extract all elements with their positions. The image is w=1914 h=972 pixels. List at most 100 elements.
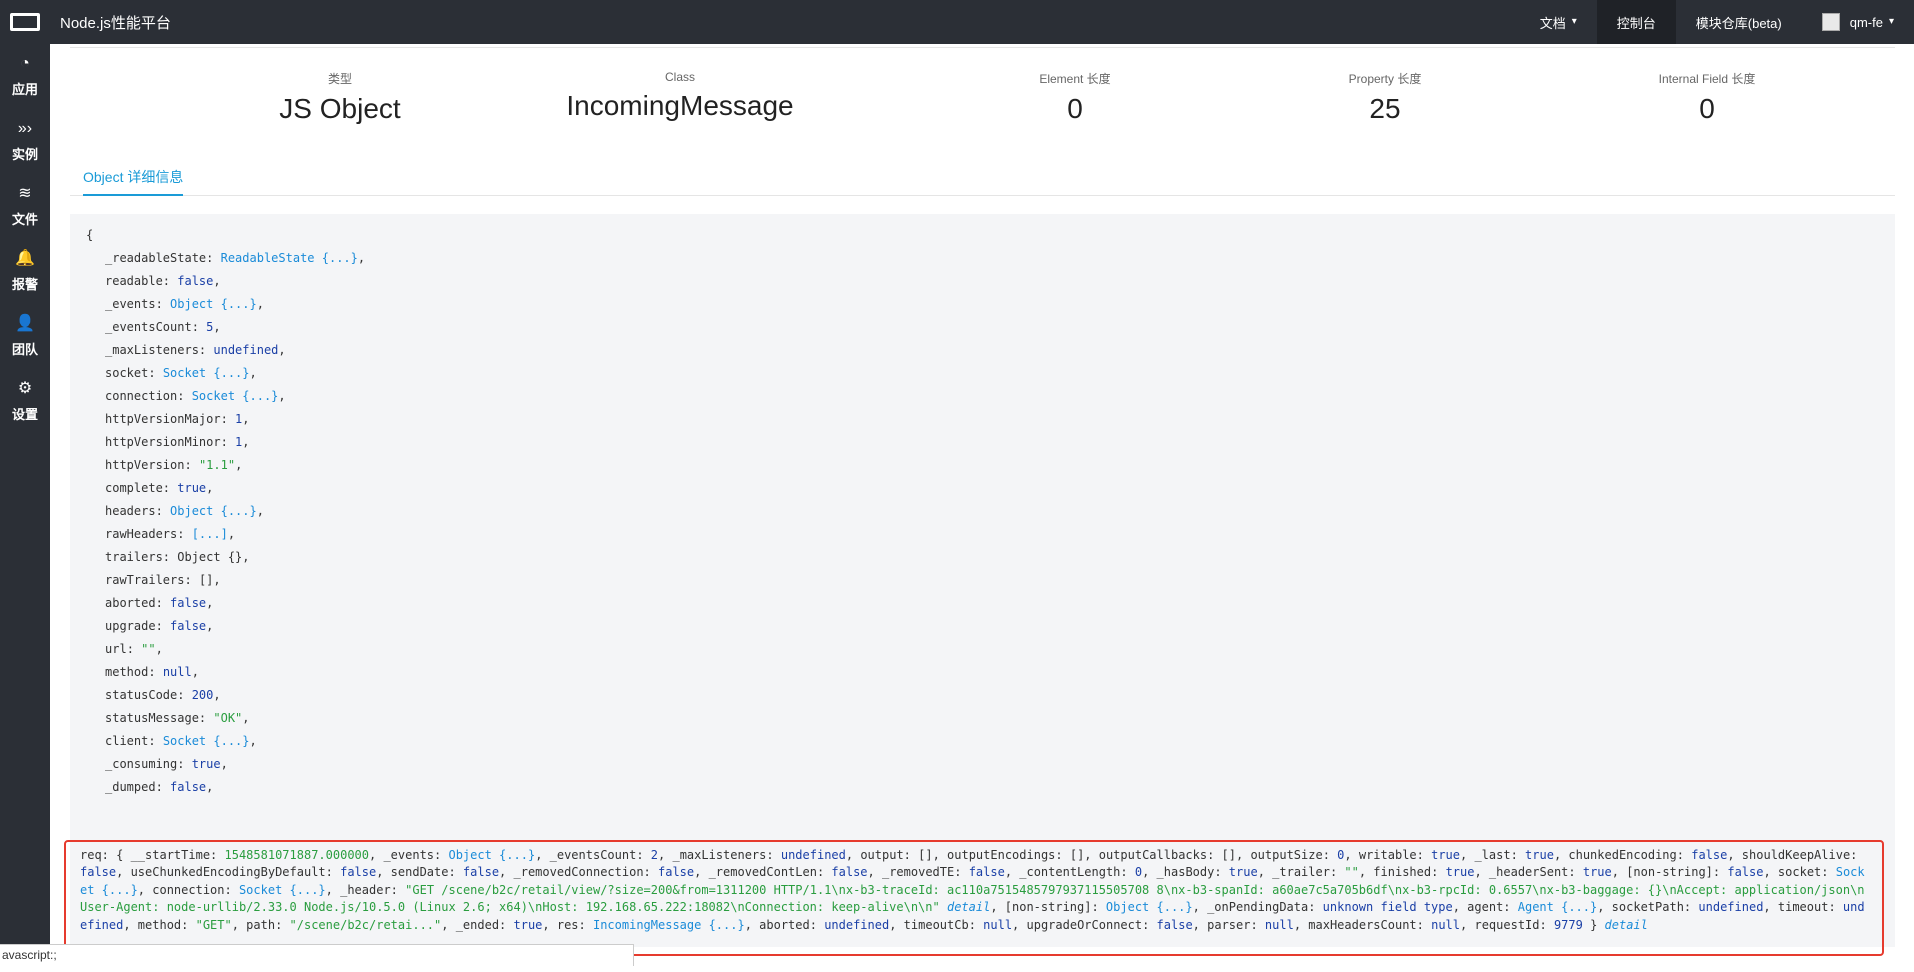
object-property-row: readable: false, bbox=[105, 274, 221, 288]
property-key: method bbox=[105, 665, 149, 679]
stat-label: Class bbox=[664, 70, 695, 84]
property-key: readable bbox=[105, 274, 163, 288]
sidebar-item-label: 报警 bbox=[11, 277, 38, 292]
chevrons-right-icon: »› bbox=[17, 120, 33, 137]
bell-icon: 🔔 bbox=[15, 250, 35, 267]
sidebar-item-settings[interactable]: ⚙ 设置 bbox=[0, 369, 50, 434]
divider bbox=[70, 47, 1895, 48]
property-value-link[interactable]: IncomingMessage {...} bbox=[593, 918, 745, 932]
req-fragment: , _removedConnection: bbox=[499, 865, 658, 880]
req-fragment: null bbox=[983, 917, 1013, 932]
req-fragment: undefined bbox=[824, 917, 890, 932]
req-fragment: , output: [], outputEncodings: [], outpu… bbox=[845, 848, 1338, 862]
req-fragment: false bbox=[831, 865, 868, 880]
req-fragment: true bbox=[513, 917, 543, 932]
object-property-row: _consuming: true, bbox=[105, 757, 228, 771]
property-key: headers bbox=[105, 504, 156, 518]
property-key: _consuming bbox=[105, 757, 178, 771]
dashboard-icon: ◔ bbox=[20, 55, 30, 72]
req-fragment: 1548581071887.000000 bbox=[224, 848, 370, 862]
property-value-link[interactable]: Socket {...} bbox=[239, 883, 326, 897]
property-value-link[interactable]: ReadableState {...} bbox=[221, 251, 358, 265]
property-value-link[interactable]: Object {...} bbox=[448, 848, 535, 862]
property-value-link[interactable]: Agent {...} bbox=[1518, 900, 1597, 914]
property-value-link[interactable]: [...] bbox=[192, 527, 228, 541]
req-fragment: false bbox=[340, 865, 377, 880]
logo[interactable] bbox=[0, 0, 50, 44]
app-title[interactable]: Node.js性能平台 bbox=[60, 12, 171, 33]
sidebar-item-apps[interactable]: ◔ 应用 bbox=[0, 44, 50, 109]
detail-link[interactable]: detail bbox=[947, 900, 990, 914]
nav-module-repo[interactable]: 模块仓库(beta) bbox=[1676, 0, 1802, 44]
property-value: [] bbox=[198, 573, 214, 587]
object-property-row: httpVersionMajor: 1, bbox=[105, 412, 250, 426]
sidebar-item-team[interactable]: 👤 团队 bbox=[0, 304, 50, 369]
tab-object-details[interactable]: Object 详细信息 bbox=[83, 164, 184, 196]
req-fragment: , timeout: bbox=[1763, 900, 1843, 915]
property-key: _maxListeners bbox=[105, 343, 199, 357]
req-fragment: "" bbox=[1344, 865, 1359, 880]
object-property-row: aborted: false, bbox=[105, 596, 214, 610]
nav-docs[interactable]: 文档 ▾ bbox=[1520, 0, 1597, 44]
property-value-link[interactable]: Object {...} bbox=[1106, 900, 1193, 914]
req-fragment: , finished: bbox=[1358, 865, 1446, 880]
req-fragment: , _maxListeners: bbox=[658, 848, 781, 862]
property-key: url bbox=[105, 642, 127, 656]
sidebar-item-label: 文件 bbox=[11, 212, 38, 227]
stat-element-length: Element 长度 0 bbox=[975, 70, 1175, 125]
property-value-link[interactable]: Socket {...} bbox=[163, 366, 250, 380]
req-fragment: false bbox=[80, 865, 117, 880]
property-value: "OK" bbox=[213, 711, 243, 725]
req-fragment: , _headerSent: bbox=[1474, 865, 1583, 880]
detail-link[interactable]: detail bbox=[1605, 918, 1648, 932]
property-key: _events bbox=[105, 297, 156, 311]
req-fragment: , [non-string]: bbox=[990, 900, 1106, 915]
stat-label: Internal Field 长度 bbox=[1658, 72, 1756, 86]
object-property-row: rawTrailers: [], bbox=[105, 573, 221, 587]
req-fragment: } bbox=[1582, 917, 1605, 932]
req-fragment: , maxHeadersCount: bbox=[1293, 917, 1432, 932]
property-key: statusCode bbox=[105, 688, 178, 702]
nav-console[interactable]: 控制台 bbox=[1596, 0, 1676, 44]
object-property-row: _eventsCount: 5, bbox=[105, 320, 221, 334]
object-property-row: trailers: Object {}, bbox=[105, 550, 250, 564]
property-key: trailers bbox=[105, 550, 163, 564]
req-fragment: , _trailer: bbox=[1257, 865, 1345, 880]
req-fragment: , timeoutCb: bbox=[889, 917, 984, 932]
property-key: upgrade bbox=[105, 619, 156, 633]
object-property-row: _events: Object {...}, bbox=[105, 297, 264, 311]
object-property-row: _readableState: ReadableState {...}, bbox=[105, 251, 366, 265]
req-fragment: false bbox=[462, 865, 500, 880]
sidebar-item-instances[interactable]: »› 实例 bbox=[0, 109, 50, 174]
req-fragment: undefined bbox=[780, 848, 846, 862]
property-value-link[interactable]: Object {...} bbox=[170, 297, 257, 311]
req-fragment: , shouldKeepAlive: bbox=[1727, 848, 1858, 862]
top-bar: Node.js性能平台 文档 ▾ 控制台 模块仓库(beta) qm-fe ▾ bbox=[0, 0, 1914, 44]
property-value-link[interactable]: Socket {...} bbox=[163, 734, 250, 748]
property-key: complete bbox=[105, 481, 163, 495]
gear-icon: ⚙ bbox=[17, 380, 33, 397]
req-property-highlight: req: { __startTime: 1548581071887.000000… bbox=[64, 840, 1884, 956]
object-open-brace: { bbox=[86, 228, 94, 242]
req-fragment: , _last: bbox=[1460, 848, 1526, 862]
sidebar-item-alerts[interactable]: 🔔 报警 bbox=[0, 239, 50, 304]
sidebar-item-label: 应用 bbox=[11, 82, 38, 97]
sidebar-item-files[interactable]: ≋ 文件 bbox=[0, 174, 50, 239]
object-property-row: _maxListeners: undefined, bbox=[105, 343, 286, 357]
user-menu[interactable]: qm-fe ▾ bbox=[1802, 0, 1914, 44]
property-value: Object {} bbox=[177, 550, 243, 564]
property-value-link[interactable]: Socket {...} bbox=[192, 389, 279, 403]
property-key: socket bbox=[105, 366, 149, 380]
property-key: _readableState bbox=[105, 251, 207, 265]
req-fragment: false bbox=[1727, 865, 1764, 880]
property-key: _dumped bbox=[105, 780, 156, 794]
property-value-link[interactable]: Object {...} bbox=[170, 504, 257, 518]
req-fragment: 2 bbox=[650, 848, 659, 862]
stat-value: 0 bbox=[1067, 93, 1083, 124]
object-property-row: statusCode: 200, bbox=[105, 688, 221, 702]
object-property-row: httpVersion: "1.1", bbox=[105, 458, 243, 472]
req-fragment: undefined bbox=[1698, 900, 1764, 915]
req-fragment: , _events: bbox=[369, 848, 449, 862]
req-fragment: "/scene/b2c/retai..." bbox=[289, 917, 442, 932]
object-properties: _readableState: ReadableState {...}, read… bbox=[86, 247, 1879, 799]
